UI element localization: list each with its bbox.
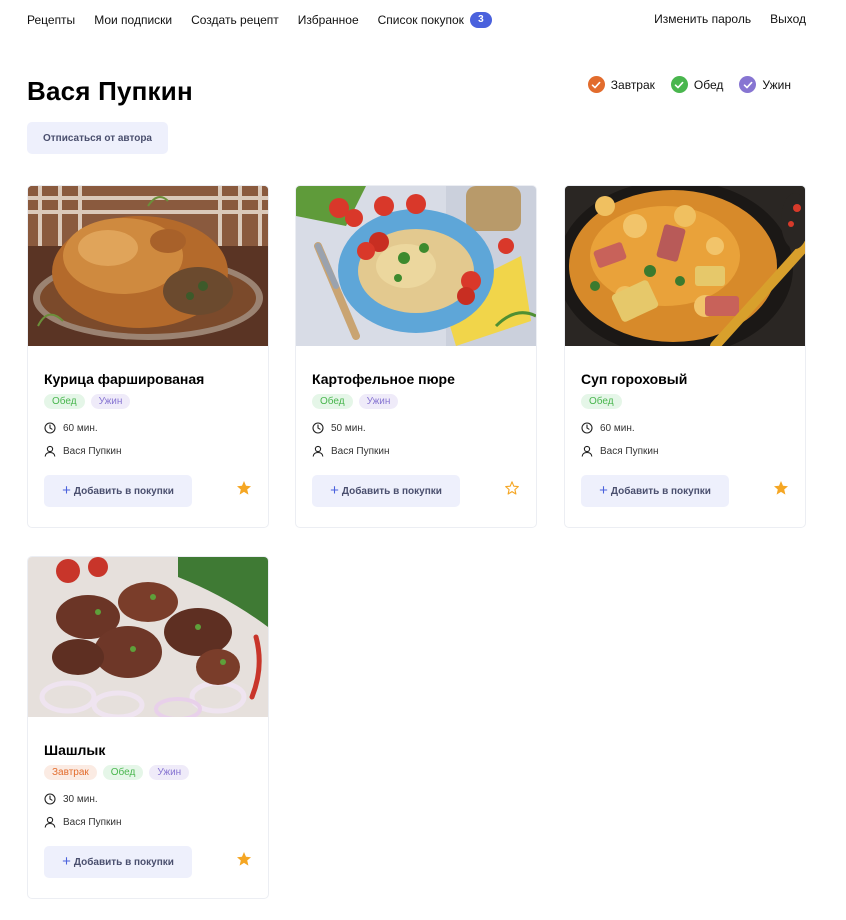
recipe-image-mashed-potatoes[interactable]: [296, 186, 536, 346]
tag-breakfast: Завтрак: [44, 765, 97, 780]
main-menu: Рецепты Мои подписки Создать рецепт Избр…: [27, 12, 492, 28]
recipe-author: Вася Пупкин: [581, 445, 659, 457]
favorite-star-icon[interactable]: [773, 480, 789, 496]
tag-lunch: Обед: [44, 394, 85, 409]
nav-logout[interactable]: Выход: [770, 12, 806, 26]
favorite-star-outline-icon[interactable]: [504, 480, 520, 496]
top-navigation: Рецепты Мои подписки Создать рецепт Избр…: [0, 0, 846, 38]
shopping-list-count-badge: 3: [469, 12, 492, 28]
filter-lunch[interactable]: Обед: [670, 76, 724, 93]
filter-lunch-label: Обед: [693, 77, 724, 92]
recipe-tags: Обед Ужин: [44, 394, 136, 409]
nav-shopping-list[interactable]: Список покупок 3: [378, 12, 492, 28]
recipe-author-label[interactable]: Вася Пупкин: [331, 446, 390, 457]
add-to-shopping-list-button[interactable]: + Добавить в покупки: [581, 475, 729, 507]
clock-icon: [581, 422, 593, 434]
nav-recipes[interactable]: Рецепты: [27, 13, 75, 27]
recipe-author-label[interactable]: Вася Пупкин: [600, 446, 659, 457]
plus-icon: +: [62, 482, 71, 499]
add-to-shopping-list-button[interactable]: + Добавить в покупки: [44, 846, 192, 878]
tag-dinner: Ужин: [90, 394, 131, 409]
recipe-author-label[interactable]: Вася Пупкин: [63, 817, 122, 828]
add-to-shopping-list-label: Добавить в покупки: [73, 856, 174, 868]
recipe-tags: Обед: [581, 394, 628, 409]
recipe-card: Курица фаршированая Обед Ужин 60 мин. Ва…: [27, 185, 269, 528]
recipe-card: Шашлык Завтрак Обед Ужин 30 мин. Вася Пу…: [27, 556, 269, 899]
recipe-image-pea-soup[interactable]: [565, 186, 805, 346]
filter-breakfast[interactable]: Завтрак: [587, 76, 655, 93]
recipe-time: 60 мин.: [581, 422, 635, 434]
user-icon: [312, 445, 324, 457]
recipe-time: 30 мин.: [44, 793, 98, 805]
nav-create-recipe[interactable]: Создать рецепт: [191, 13, 279, 27]
tag-lunch: Обед: [102, 765, 144, 780]
recipe-author: Вася Пупкин: [44, 445, 122, 457]
recipe-title[interactable]: Курица фаршированая: [44, 371, 204, 387]
user-icon: [44, 816, 56, 828]
recipe-title[interactable]: Картофельное пюре: [312, 371, 455, 387]
nav-favorites[interactable]: Избранное: [298, 13, 359, 27]
filter-breakfast-label: Завтрак: [610, 77, 655, 92]
recipe-author: Вася Пупкин: [44, 816, 122, 828]
recipe-title[interactable]: Шашлык: [44, 742, 105, 758]
tag-lunch: Обед: [581, 394, 622, 409]
clock-icon: [44, 422, 56, 434]
page-title: Вася Пупкин: [27, 76, 193, 106]
recipe-time: 60 мин.: [44, 422, 98, 434]
user-icon: [581, 445, 593, 457]
add-to-shopping-list-label: Добавить в покупки: [73, 485, 174, 497]
add-to-shopping-list-button[interactable]: + Добавить в покупки: [44, 475, 192, 507]
recipe-time-label: 60 мин.: [63, 422, 98, 434]
add-to-shopping-list-label: Добавить в покупки: [341, 485, 442, 497]
recipe-time-label: 50 мин.: [331, 422, 366, 434]
recipe-author: Вася Пупкин: [312, 445, 390, 457]
favorite-star-icon[interactable]: [236, 480, 252, 496]
plus-icon: +: [62, 853, 71, 870]
recipe-author-label[interactable]: Вася Пупкин: [63, 446, 122, 457]
recipe-time-label: 30 мин.: [63, 793, 98, 805]
filter-dinner-label: Ужин: [762, 77, 791, 92]
nav-shopping-list-label: Список покупок: [377, 13, 464, 27]
favorite-star-icon[interactable]: [236, 851, 252, 867]
recipe-title[interactable]: Суп гороховый: [581, 371, 687, 387]
recipe-time: 50 мин.: [312, 422, 366, 434]
unsubscribe-button[interactable]: Отписаться от автора: [27, 122, 168, 154]
meal-filters: Завтрак Обед Ужин: [587, 76, 791, 93]
check-icon: [670, 76, 688, 93]
account-menu: Изменить пароль Выход: [654, 12, 806, 26]
tag-dinner: Ужин: [358, 394, 399, 409]
plus-icon: +: [330, 482, 339, 499]
recipe-image-shashlik[interactable]: [28, 557, 268, 717]
check-icon: [739, 76, 757, 93]
recipe-time-label: 60 мин.: [600, 422, 635, 434]
user-icon: [44, 445, 56, 457]
filter-dinner[interactable]: Ужин: [739, 76, 791, 93]
recipe-tags: Обед Ужин: [312, 394, 404, 409]
recipe-card: Картофельное пюре Обед Ужин 50 мин. Вася…: [295, 185, 537, 528]
check-icon: [587, 76, 605, 93]
plus-icon: +: [599, 482, 608, 499]
recipe-tags: Завтрак Обед Ужин: [44, 765, 195, 780]
nav-change-password[interactable]: Изменить пароль: [654, 12, 751, 26]
tag-dinner: Ужин: [149, 765, 190, 780]
add-to-shopping-list-label: Добавить в покупки: [610, 485, 711, 497]
add-to-shopping-list-button[interactable]: + Добавить в покупки: [312, 475, 460, 507]
clock-icon: [44, 793, 56, 805]
clock-icon: [312, 422, 324, 434]
nav-subscriptions[interactable]: Мои подписки: [94, 13, 172, 27]
recipe-card: Суп гороховый Обед 60 мин. Вася Пупкин +…: [564, 185, 806, 528]
tag-lunch: Обед: [312, 394, 353, 409]
recipe-image-roasted-chicken[interactable]: [28, 186, 268, 346]
